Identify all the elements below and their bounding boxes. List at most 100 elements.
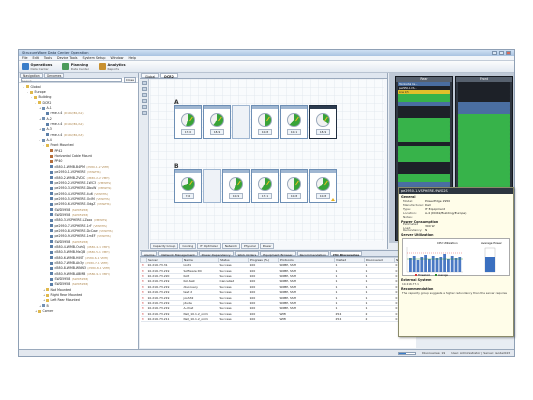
- close-window-button[interactable]: [506, 51, 511, 55]
- threshold-swatch: [415, 274, 417, 276]
- close-search-button[interactable]: Close: [123, 77, 136, 83]
- analytics-perspective-button[interactable]: Analytics Reports: [99, 63, 126, 71]
- folder-icon: [38, 101, 41, 105]
- operations-perspective-button[interactable]: Operations Data Center: [22, 63, 52, 71]
- folder-icon: [34, 95, 37, 99]
- rack[interactable]: 10.8: [280, 169, 308, 203]
- rack[interactable]: 10.1: [280, 105, 308, 139]
- menu-edit[interactable]: Edit: [33, 56, 39, 60]
- menu-help[interactable]: Help: [128, 56, 136, 60]
- rack[interactable]: 18.9: [203, 105, 231, 139]
- tab-global[interactable]: Global: [141, 73, 160, 79]
- tab-it-optimizer[interactable]: IT Optimizer: [197, 243, 221, 249]
- power-gauge-fill: [485, 257, 495, 272]
- tab-power[interactable]: Power: [259, 243, 275, 249]
- rack[interactable]: 10.8: [251, 105, 279, 139]
- tree-item-label: Left Rear Mounted: [50, 298, 80, 303]
- property-key: Redundancy:: [403, 228, 423, 232]
- tree-item-sublabel: (d580-7-1 VMH): [85, 261, 109, 266]
- menu-device-tools[interactable]: Device Tools: [57, 56, 77, 60]
- tree-item-sublabel: (VMWHS): [97, 186, 112, 191]
- tab-physical[interactable]: Physical: [240, 243, 259, 249]
- bottom-tab[interactable]: Alarms: [141, 251, 158, 257]
- bottom-tab[interactable]: Work Orders: [234, 251, 260, 257]
- rack-header: [204, 106, 230, 109]
- table-cell: 100: [248, 316, 279, 323]
- bottom-tab[interactable]: Power Dependency: [198, 251, 234, 257]
- table-row[interactable]: ✕ 10.216.73.211 Net_10.1.2_ormi Success 100 W…: [140, 316, 417, 323]
- rack[interactable]: 10.8: [309, 169, 337, 203]
- pan-tool-icon[interactable]: [141, 87, 147, 91]
- delete-icon[interactable]: ✕: [142, 306, 145, 310]
- tab-capacity-group[interactable]: Capacity Group: [150, 243, 179, 249]
- pdu-icon: [50, 159, 53, 163]
- tree-item-label: pe2950-4-VSPHERE-4u6: [54, 191, 93, 196]
- minimize-button[interactable]: [492, 51, 497, 55]
- menu-window[interactable]: Window: [110, 56, 123, 60]
- rack[interactable]: 10.9: [222, 169, 250, 203]
- tree-item-sublabel: (VMWHS): [96, 196, 110, 201]
- rack-load-pie: [229, 177, 243, 191]
- menu-file[interactable]: File: [22, 56, 28, 60]
- delete-icon[interactable]: ✕: [142, 285, 145, 289]
- maximize-button[interactable]: [499, 51, 504, 55]
- threshold-legend: Threshold: [418, 274, 430, 277]
- rack[interactable]: 18.9: [309, 105, 337, 139]
- perspective-ribbon: Operations Data Center Planning Data Cente…: [19, 61, 514, 73]
- empty-rack-slot: [203, 169, 221, 203]
- rack-load-pie: [181, 177, 195, 191]
- navigation-search-input[interactable]: Search: [21, 78, 122, 83]
- delete-icon[interactable]: ✕: [142, 290, 145, 294]
- bottom-tab[interactable]: Network Management: [158, 251, 198, 257]
- tree-item-label: pe2950-3-VSPHERE-DbuW: [54, 186, 97, 191]
- tree-item-label: A-4: [46, 138, 52, 143]
- table-cell: Success: [218, 316, 249, 323]
- cpu-bar: [435, 258, 439, 272]
- navigation-pane: Navigation Genomes Search Close - Global -…: [19, 73, 139, 356]
- operations-title: Operations: [30, 62, 53, 67]
- zoom-in-icon[interactable]: [141, 93, 147, 97]
- bottom-tab[interactable]: Recommendation: [296, 251, 329, 257]
- cpu-bar: [454, 258, 458, 272]
- zoom-out-icon[interactable]: [141, 99, 147, 103]
- rack-capacity-label: 17.1: [257, 193, 273, 199]
- tab-cooling[interactable]: Cooling: [179, 243, 197, 249]
- table-cell: 2: [364, 316, 395, 323]
- tab-dcr2[interactable]: DCR2: [160, 73, 178, 79]
- select-tool-icon[interactable]: [141, 81, 147, 85]
- tree-item-sublabel: (d580-8-1 VMH): [87, 266, 111, 271]
- bottom-tab[interactable]: Equipment Browser: [260, 251, 296, 257]
- delete-icon[interactable]: ✕: [142, 279, 145, 283]
- rack[interactable]: 17.0: [174, 105, 202, 139]
- load-needle-icon: [188, 180, 193, 186]
- tree-item-sublabel: (D1R2/B1/A2): [63, 122, 84, 127]
- tree-item-label: PP40: [54, 159, 63, 164]
- tree-item-label: SWD5958: [54, 207, 71, 212]
- tree-item[interactable]: + Corner: [19, 308, 138, 313]
- menu-system-setup[interactable]: System Setup: [83, 56, 106, 60]
- delete-icon[interactable]: ✕: [142, 296, 145, 300]
- delete-icon[interactable]: ✕: [142, 312, 145, 316]
- power-properties: Estimated Load: 300 W Redundancy: N: [399, 222, 513, 232]
- delete-icon[interactable]: ✕: [142, 301, 145, 305]
- tree-item-sublabel: (SWD5958): [71, 212, 89, 217]
- floor-plan-canvas[interactable]: A 17.0 18.9 10.8 10.1 18.9 B 7.6 10.9 17.1 10.8…: [150, 79, 384, 241]
- bottom-tab[interactable]: ITO Discoveries: [329, 251, 363, 257]
- add-rack-icon[interactable]: [141, 105, 147, 109]
- rack[interactable]: 7.6: [174, 169, 202, 203]
- delete-icon[interactable]: ✕: [142, 269, 145, 273]
- tab-network[interactable]: Network: [221, 243, 240, 249]
- delete-icon[interactable]: ✕: [142, 274, 145, 278]
- server-icon: [50, 186, 53, 190]
- rack-header: [310, 170, 336, 173]
- cpu-bar: [458, 257, 462, 272]
- delete-icon[interactable]: ✕: [142, 263, 145, 267]
- rack[interactable]: 17.1: [251, 169, 279, 203]
- planning-perspective-button[interactable]: Planning Data Center: [62, 63, 89, 71]
- layer-icon[interactable]: [141, 111, 147, 115]
- server-icon: [46, 122, 49, 126]
- cpu-utilization-label: CPU Utilization: [437, 241, 458, 245]
- delete-icon[interactable]: ✕: [142, 317, 145, 321]
- menu-tools[interactable]: Tools: [44, 56, 52, 60]
- tree-item-sublabel: (SWD5958): [71, 239, 89, 244]
